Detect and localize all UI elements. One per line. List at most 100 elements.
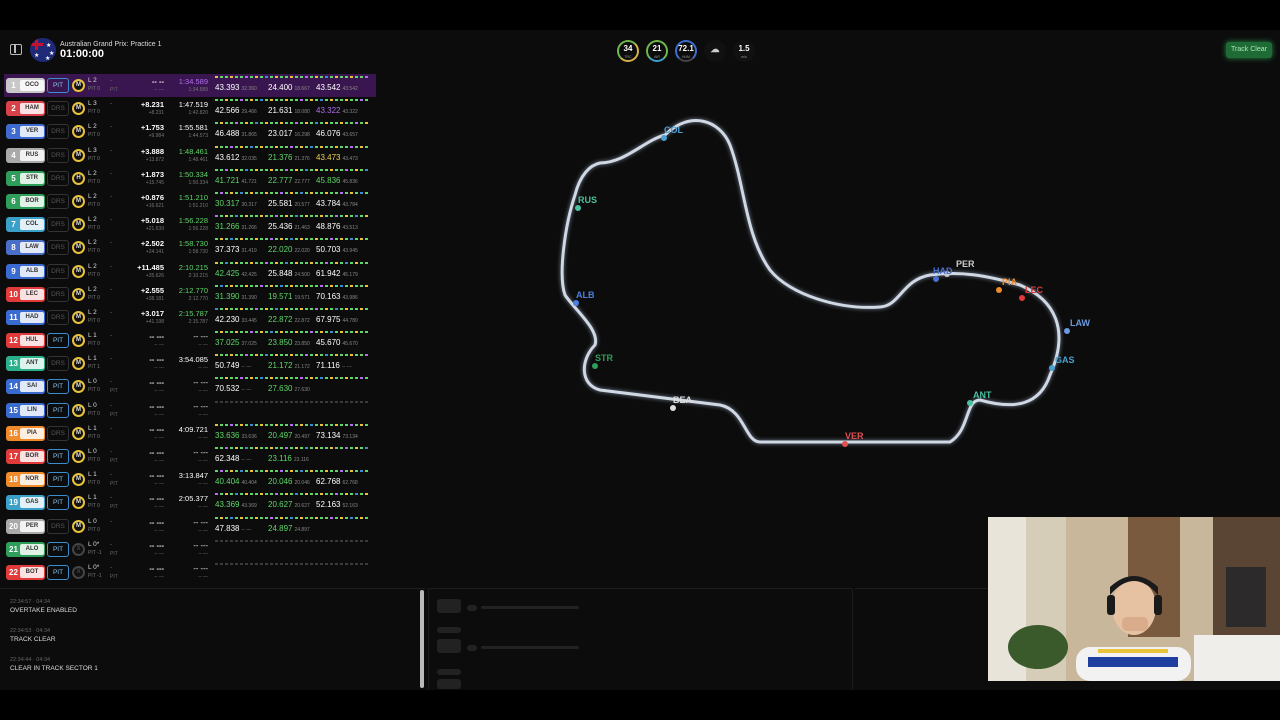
mini-sector: [250, 354, 253, 357]
driver-row[interactable]: 10 LEC DRS M L 2 PIT 0 - +2.555 +38.181 2:12.770 2…: [4, 283, 376, 306]
mini-sector: [270, 423, 273, 426]
driver-row[interactable]: 22 BOT PIT X L 0* PIT -1- PIT -- --- -- --- -- --…: [4, 561, 376, 584]
driver-row[interactable]: 8 LAW DRS M L 2 PIT 0 - +2.502 +24.141 1:58.730 1:…: [4, 236, 376, 259]
driver-row[interactable]: 20 PER DRS M L 0 PIT 0- -- --- -- --- -- --- -- -…: [4, 515, 376, 538]
mini-sector: [285, 539, 288, 542]
race-control-scrollbar[interactable]: [420, 590, 424, 688]
mini-sector: [290, 261, 293, 264]
driver-row[interactable]: 4 RUS DRS M L 3 PIT 0 - +3.888 +13.872 1:48.461 1:…: [4, 144, 376, 167]
mini-sector: [335, 168, 338, 171]
driver-row[interactable]: 6 BOR DRS M L 2 PIT 0 - +0.876 +16.621 1:51.210 1:…: [4, 190, 376, 213]
mini-sector: [315, 423, 318, 426]
best-lap: -- ---: [193, 378, 208, 388]
mini-sector: [345, 99, 348, 102]
mini-sector: [295, 122, 298, 125]
mini-sector: [340, 122, 343, 125]
sector-3: 45.836 45.836: [316, 175, 358, 185]
driver-row[interactable]: 16 PIA DRS M L 1 PIT 0- -- --- -- --- 4:09.721 --…: [4, 422, 376, 445]
mini-sector: [230, 122, 233, 125]
mini-sector: [355, 145, 358, 148]
tyre-compound-icon: H: [72, 171, 85, 185]
tyre-compound-icon: M: [72, 403, 85, 417]
mini-sector: [235, 470, 238, 473]
driver-row[interactable]: 15 LIN PIT M L 0 PIT 0- PIT -- --- -- --- -- --- -…: [4, 399, 376, 422]
mini-sector: [315, 493, 318, 496]
mini-sector: [235, 284, 238, 287]
drs-pit-tag: DRS: [47, 170, 69, 186]
driver-row[interactable]: 21 ALO PIT X L 0* PIT -1- PIT -- --- -- --- -- --…: [4, 538, 376, 561]
car-label[interactable]: ALB: [576, 290, 595, 300]
mini-sector: [315, 99, 318, 102]
mini-sector: [320, 493, 323, 496]
mini-sector: [285, 168, 288, 171]
mini-sector: [270, 377, 273, 380]
car-label[interactable]: ANT: [973, 390, 992, 400]
driver-row[interactable]: 9 ALB DRS M L 2 PIT 0- +11.485 +35.626 2:10.215 2…: [4, 260, 376, 283]
mini-sectors: [215, 307, 375, 313]
car-label[interactable]: HAD: [933, 266, 953, 276]
webcam-overlay: [988, 517, 1280, 681]
last-lap: -- ---: [198, 550, 208, 557]
driver-row[interactable]: 17 BOR PIT M L 0 PIT 0- PIT -- --- -- --- -- --- -…: [4, 445, 376, 468]
driver-row[interactable]: 18 NOR PIT M L 1 PIT 0- PIT -- --- -- --- 3:13.84…: [4, 468, 376, 491]
mini-sector: [295, 99, 298, 102]
mini-sector: [345, 76, 348, 78]
pit-status: -: [110, 78, 112, 84]
mini-sector: [340, 261, 343, 264]
driver-row[interactable]: 14 SAI PIT M L 0 PIT 0- PIT -- --- -- --- -- --- -…: [4, 375, 376, 398]
mini-sector: [325, 284, 328, 287]
sector-3: 61.942 45.179: [316, 268, 358, 278]
pit-count: PIT 0: [88, 201, 100, 208]
driver-row[interactable]: 19 GAS PIT M L 1 PIT 0- PIT -- --- -- --- 2:05.37…: [4, 491, 376, 514]
car-label[interactable]: STR: [595, 353, 613, 363]
car-label[interactable]: BEA: [673, 395, 692, 405]
car-dot: [933, 276, 939, 282]
mini-sector: [240, 400, 243, 403]
driver-row[interactable]: 5 STR DRS H L 2 PIT 0 - +1.873 +15.745 1:50.334 1:…: [4, 167, 376, 190]
mini-sector: [315, 400, 318, 403]
gap-to-ahead: +3.017: [140, 308, 164, 318]
position-badge: 19 GAS: [6, 495, 45, 511]
mini-sector: [300, 215, 303, 218]
driver-row[interactable]: 2 HAM DRS M L 3 PIT 0 - +8.231 +8.231 1:47.519 1:4…: [4, 97, 376, 120]
pit-count: PIT -1: [88, 572, 102, 579]
sidebar-toggle-icon[interactable]: [10, 44, 22, 55]
mini-sector: [360, 516, 363, 519]
driver-row[interactable]: 12 HUL PIT M L 1 PIT 0- -- --- -- --- -- --- -- -…: [4, 329, 376, 352]
driver-row[interactable]: 1 OCO PIT M L 2 PIT 0- PIT -- -- -- --- 1:34.589 1…: [4, 74, 376, 98]
car-label[interactable]: GAS: [1055, 355, 1075, 365]
car-label[interactable]: LEC: [1025, 285, 1043, 295]
mini-sector: [260, 516, 263, 519]
car-dot: [670, 405, 676, 411]
mini-sector: [250, 284, 253, 287]
mini-sector: [360, 238, 363, 241]
driver-row[interactable]: 3 VER DRS M L 2 PIT 0 - +1.753 +9.984 1:55.581 1:4…: [4, 120, 376, 143]
sector-2: 24.400 18.667: [268, 83, 310, 92]
driver-row[interactable]: 13 ANT DRS M L 1 PIT 1- -- --- -- --- 3:54.085 --…: [4, 352, 376, 375]
mini-sector: [285, 377, 288, 380]
mini-sector: [280, 122, 283, 125]
car-label[interactable]: VER: [845, 431, 864, 441]
mini-sector: [215, 307, 218, 310]
mini-sector: [300, 99, 303, 102]
car-label[interactable]: PIA: [1002, 277, 1017, 287]
sector-3: 43.473 43.473: [316, 152, 358, 162]
mini-sector: [240, 562, 243, 565]
gap-to-leader: +13.872: [145, 156, 164, 163]
driver-row[interactable]: 7 COL DRS M L 2 PIT 0 - +5.018 +21.639 1:56.228 1:…: [4, 213, 376, 236]
car-label[interactable]: LAW: [1070, 318, 1090, 328]
best-lap: 2:12.770: [178, 285, 208, 295]
mini-sector: [345, 447, 348, 449]
car-label[interactable]: RUS: [578, 195, 597, 205]
mini-sector: [245, 447, 248, 449]
gap-to-leader: -- ---: [154, 573, 164, 580]
gap-to-leader: -- ---: [154, 527, 164, 534]
car-label[interactable]: PER: [956, 259, 975, 269]
driver-row[interactable]: 11 HAD DRS M L 2 PIT 0- +3.017 +41.198 2:15.787 2…: [4, 306, 376, 329]
mini-sector: [320, 377, 323, 380]
mini-sector: [260, 470, 263, 473]
mini-sector: [305, 331, 308, 334]
mini-sector: [245, 423, 248, 426]
mini-sector: [310, 168, 313, 171]
car-label[interactable]: COL: [664, 125, 683, 135]
